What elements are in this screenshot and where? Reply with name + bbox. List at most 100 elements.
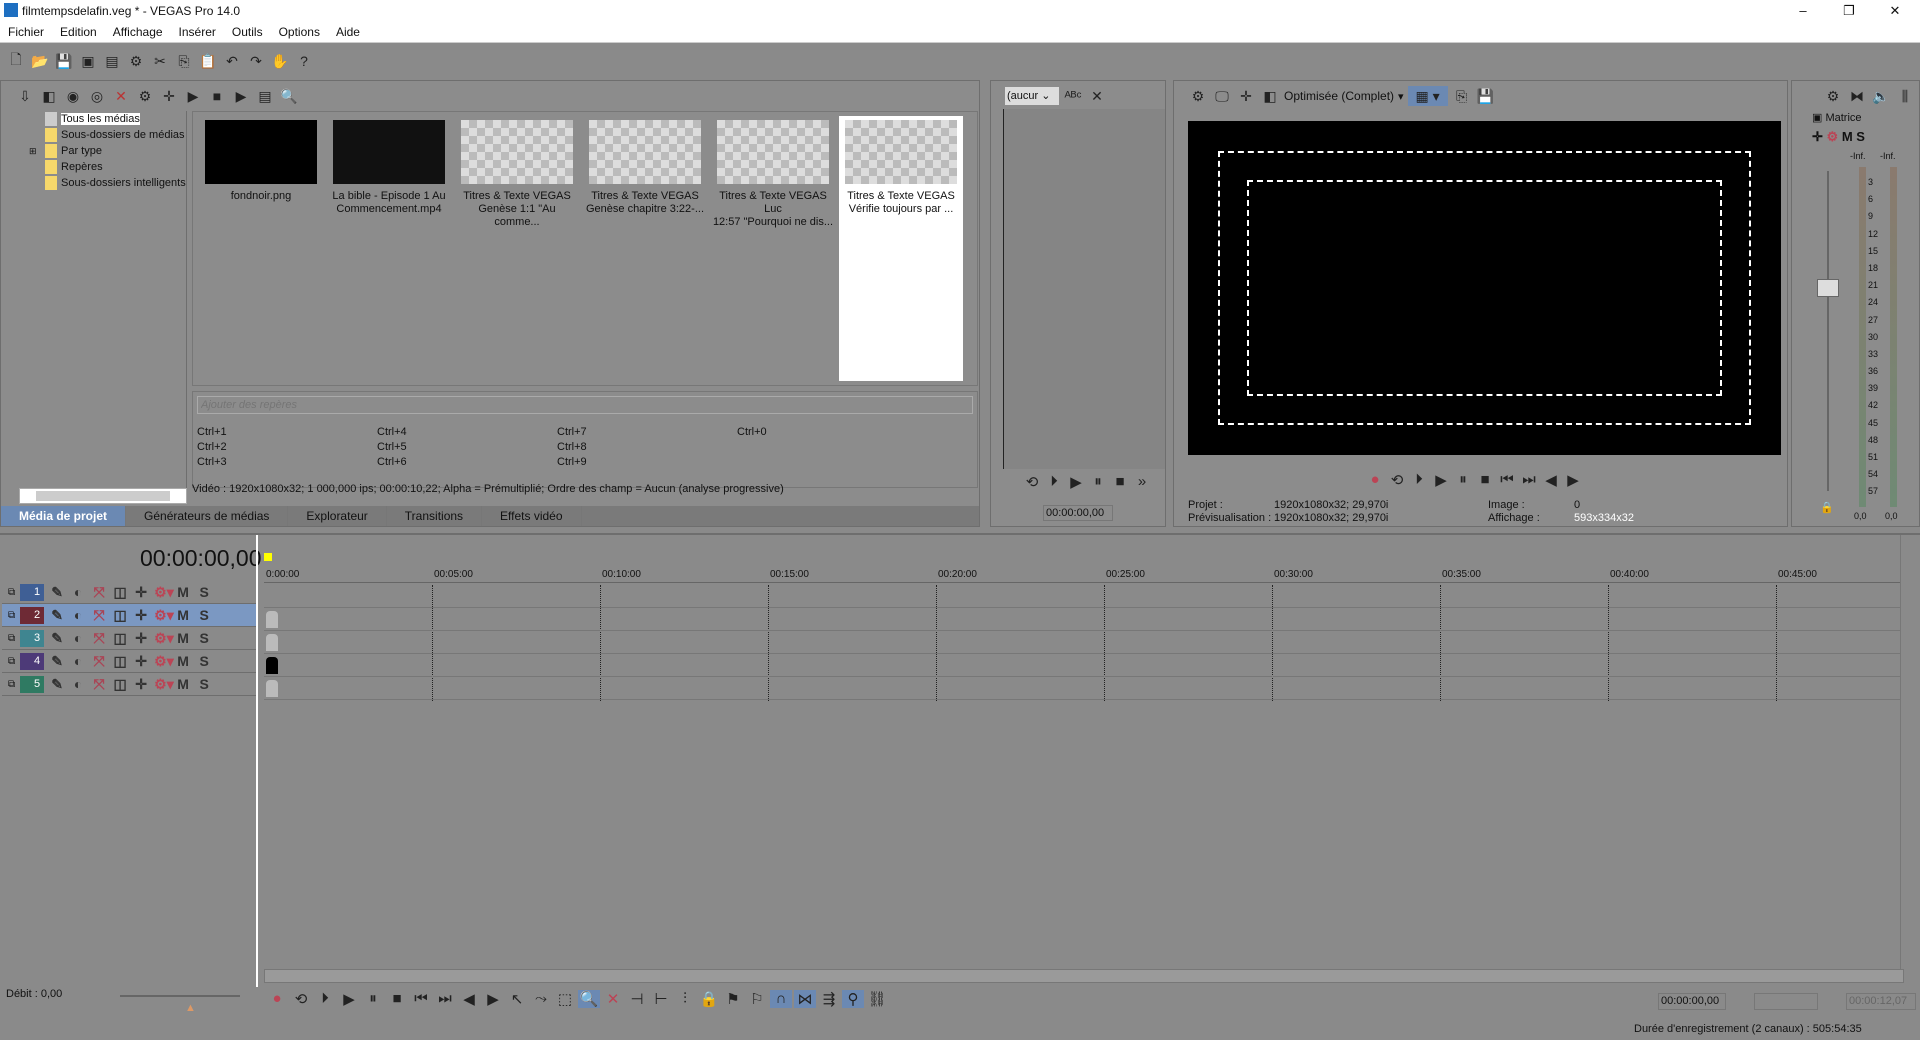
ripple-icon[interactable]: ⇶ — [818, 990, 840, 1008]
markers-input[interactable] — [197, 396, 973, 414]
track-motion-icon[interactable]: ✛ — [133, 584, 149, 600]
prev-frame-icon[interactable]: ◀ — [1540, 471, 1562, 489]
copy-snapshot-icon[interactable]: ⎘ — [1452, 86, 1472, 106]
prev-frame-icon[interactable]: ◀ — [458, 990, 480, 1008]
minimize-track-icon[interactable]: ⧉ — [8, 610, 15, 621]
compositing-mode-icon[interactable]: ◫ — [112, 584, 128, 600]
loop-icon[interactable]: ⟲ — [1021, 473, 1043, 491]
compositing-mode-icon[interactable]: ◫ — [112, 607, 128, 623]
mute-button[interactable]: M — [175, 653, 191, 669]
motion-icon[interactable]: ✎ — [49, 630, 65, 646]
menu-inserer[interactable]: Insérer — [171, 25, 224, 39]
auto-crossfade-icon[interactable]: ⋈ — [794, 990, 816, 1008]
paste-icon[interactable]: 📋 — [198, 51, 218, 71]
solo-button[interactable]: S — [196, 676, 212, 692]
menu-outils[interactable]: Outils — [224, 25, 271, 39]
solo-button[interactable]: S — [196, 653, 212, 669]
event-clip[interactable] — [266, 611, 278, 628]
play-icon[interactable]: ▶ — [1430, 471, 1452, 489]
get-media-icon[interactable]: ◉ — [63, 86, 83, 106]
media-fx-icon[interactable]: ⚙ — [135, 86, 155, 106]
motion-icon[interactable]: ✎ — [49, 607, 65, 623]
disc-icon[interactable]: ◎ — [87, 86, 107, 106]
go-end-icon[interactable]: ⏭ — [1518, 471, 1540, 489]
bypass-motion-blur-icon[interactable]: ⤧ — [91, 653, 107, 669]
event-clip[interactable] — [266, 680, 278, 697]
track-lane[interactable] — [264, 631, 1900, 654]
marker-shortcut[interactable]: Ctrl+8 — [557, 441, 737, 456]
save-icon[interactable]: 💾 — [54, 51, 74, 71]
solo-button[interactable]: S — [196, 607, 212, 623]
compositing-mode-icon[interactable]: ◫ — [112, 653, 128, 669]
timeline-vertical-scrollbar[interactable] — [1900, 535, 1918, 975]
marker-shortcut[interactable]: Ctrl+2 — [197, 441, 377, 456]
lock-icon[interactable]: 🔒 — [698, 990, 720, 1008]
minimize-track-icon[interactable]: ⧉ — [8, 679, 15, 690]
play-from-start-icon[interactable]: ⏵ — [1408, 471, 1430, 489]
redo-icon[interactable]: ↷ — [246, 51, 266, 71]
envelope-tool-icon[interactable]: ⤳ — [530, 990, 552, 1008]
stop-icon[interactable]: ■ — [1474, 471, 1496, 489]
lock-envelopes-icon[interactable]: ⚲ — [842, 990, 864, 1008]
go-start-icon[interactable]: ⏮ — [1496, 471, 1518, 489]
play-icon[interactable]: ▶ — [338, 990, 360, 1008]
track-fx-icon[interactable]: ⚙▾ — [154, 676, 174, 692]
cursor-position-field[interactable]: 00:00:00,00 — [1658, 993, 1726, 1010]
menu-edition[interactable]: Edition — [52, 25, 105, 39]
mixer-settings-icon[interactable]: ⚙ — [1823, 86, 1843, 106]
compositing-mode-icon[interactable]: ◫ — [112, 630, 128, 646]
pause-icon[interactable]: ⏸ — [362, 990, 384, 1008]
marker-shortcut[interactable]: Ctrl+7 — [557, 426, 737, 441]
next-frame-icon[interactable]: ▶ — [482, 990, 504, 1008]
speaker-icon[interactable]: 🔈 — [1871, 86, 1891, 106]
fast-forward-icon[interactable]: » — [1131, 473, 1153, 491]
tree-item-markers[interactable]: Repères — [19, 159, 186, 175]
bypass-motion-blur-icon[interactable]: ⤧ — [91, 676, 107, 692]
bypass-motion-blur-icon[interactable]: ⤧ — [91, 607, 107, 623]
tab-media-generators[interactable]: Générateurs de médias — [126, 506, 289, 526]
record-icon[interactable]: ● — [266, 990, 288, 1008]
import-media-icon[interactable]: ⇩ — [15, 86, 35, 106]
copy-icon[interactable]: ⎘ — [174, 51, 194, 71]
search-icon[interactable]: 🔍 — [279, 86, 299, 106]
external-monitor-icon[interactable]: 🖵 — [1212, 86, 1232, 106]
tree-item-all-media[interactable]: Tous les médias — [19, 111, 186, 127]
remove-icon[interactable]: ✕ — [111, 86, 131, 106]
views-icon[interactable]: ▤ — [255, 86, 275, 106]
marker-shortcut[interactable]: Ctrl+3 — [197, 456, 377, 471]
delete-icon[interactable]: ✕ — [602, 990, 624, 1008]
stop-icon[interactable]: ■ — [386, 990, 408, 1008]
autopreview-icon[interactable]: ▶ — [231, 86, 251, 106]
media-item[interactable]: Titres & Texte VEGAS Genèse chapitre 3:22… — [583, 116, 707, 381]
play-icon[interactable]: ▶ — [183, 86, 203, 106]
mute-button[interactable]: M — [175, 676, 191, 692]
snapping-icon[interactable]: ∩ — [770, 990, 792, 1008]
pause-icon[interactable]: ⏸ — [1452, 471, 1474, 489]
time-ruler[interactable]: 0:00:00 00:05:00 00:10:00 00:15:00 00:20:00 0… — [264, 563, 1900, 583]
stop-icon[interactable]: ■ — [207, 86, 227, 106]
pause-icon[interactable]: ⏸ — [1087, 473, 1109, 491]
track-header[interactable]: ⧉ 3 ✎ ◐ ⤧ ◫ ✛ ⚙▾ M S — [2, 627, 256, 650]
open-icon[interactable]: 📂 — [30, 51, 50, 71]
tree-item-subfolders[interactable]: Sous-dossiers de médias — [19, 127, 186, 143]
track-motion-icon[interactable]: ✛ — [133, 653, 149, 669]
timeline-horizontal-scrollbar[interactable] — [264, 969, 1904, 983]
volume-fader-track[interactable] — [1827, 171, 1829, 491]
media-item[interactable]: fondnoir.png — [199, 116, 323, 381]
bypass-motion-blur-icon[interactable]: ⤧ — [91, 630, 107, 646]
zoom-tool-icon[interactable]: 🔍 — [578, 990, 600, 1008]
compositing-mode-icon[interactable]: ◫ — [112, 676, 128, 692]
composite-icon[interactable]: ◐ — [70, 630, 86, 646]
cursor-marker[interactable] — [264, 553, 272, 561]
capture-icon[interactable]: ◧ — [39, 86, 59, 106]
timeline-tracks[interactable]: 0:00:00 00:05:00 00:10:00 00:15:00 00:20:00 0… — [264, 563, 1900, 983]
track-header[interactable]: ⧉ 4 ✎ ◐ ⤧ ◫ ✛ ⚙▾ M S — [2, 650, 256, 673]
composite-icon[interactable]: ◐ — [70, 607, 86, 623]
mute-button[interactable]: M — [175, 584, 191, 600]
go-start-icon[interactable]: ⏮ — [410, 990, 432, 1008]
pan-icon[interactable]: ✛ — [1812, 129, 1823, 144]
help-icon[interactable]: ? — [294, 51, 314, 71]
motion-icon[interactable]: ✎ — [49, 676, 65, 692]
volume-fader-handle[interactable] — [1817, 279, 1839, 297]
track-motion-icon[interactable]: ✛ — [133, 607, 149, 623]
